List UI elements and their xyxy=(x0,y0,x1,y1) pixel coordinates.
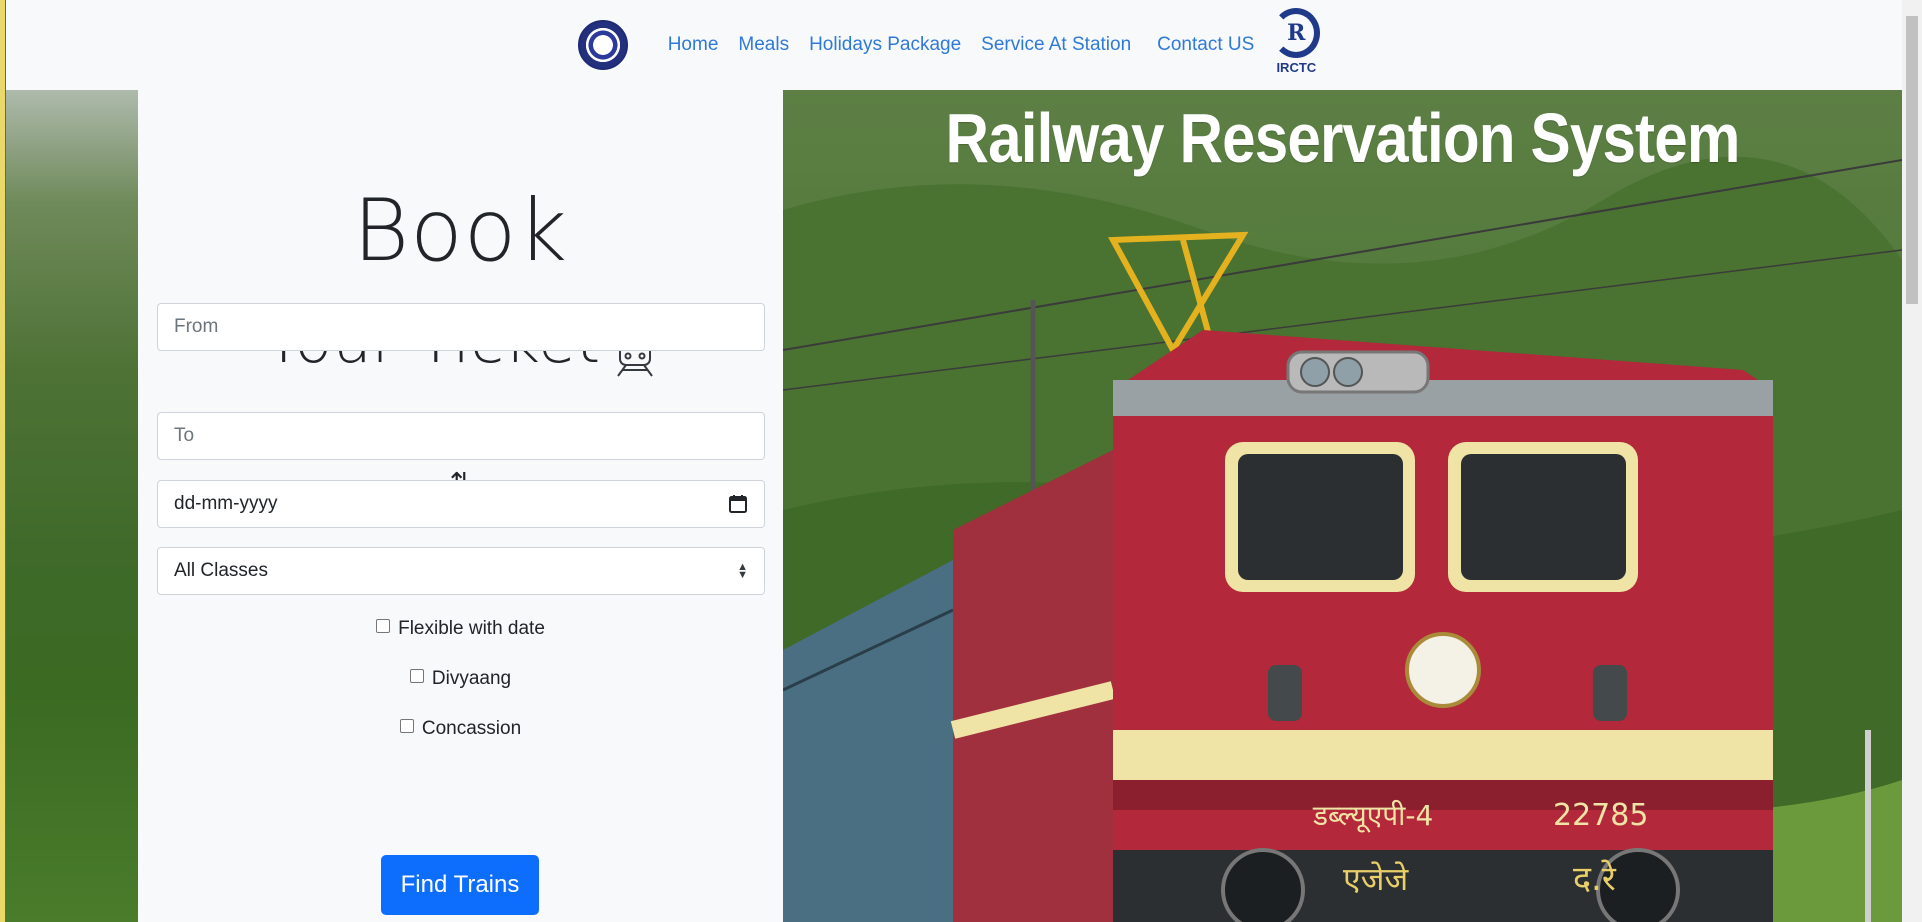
booking-title: Book xyxy=(352,181,569,281)
nav-link-home[interactable]: Home xyxy=(658,34,729,56)
navbar: Home Meals Holidays Package Service At S… xyxy=(6,0,1902,90)
nav-link-meals[interactable]: Meals xyxy=(728,34,799,56)
loco-number-text: 22785 xyxy=(1553,798,1648,833)
nav-inner: Home Meals Holidays Package Service At S… xyxy=(577,8,1323,82)
concession-label: Concassion xyxy=(421,718,522,739)
scrollbar-thumb[interactable] xyxy=(1906,16,1918,304)
select-chevron-icon: ▲ ▼ xyxy=(737,561,748,581)
class-select-value: All Classes xyxy=(174,560,268,581)
from-input[interactable] xyxy=(174,316,748,338)
irctc-logo[interactable]: R IRCTC xyxy=(1270,8,1322,82)
loco-region-text: द.रे xyxy=(1573,859,1617,899)
nav-link-contact-us[interactable]: Contact US xyxy=(1147,34,1264,56)
concession-checkbox[interactable] xyxy=(399,719,414,733)
hero-title: Railway Reservation System xyxy=(945,99,1740,177)
divyaang-label: Divyaang xyxy=(431,668,512,689)
to-input[interactable] xyxy=(174,425,748,447)
find-trains-button[interactable]: Find Trains xyxy=(381,855,539,915)
date-input[interactable]: dd-mm-yyyy xyxy=(174,493,277,515)
from-field[interactable] xyxy=(157,303,765,351)
indian-railways-logo[interactable] xyxy=(577,20,628,70)
window-edge xyxy=(0,0,6,922)
checkbox-row-concession[interactable]: Concassion xyxy=(138,718,783,740)
date-field[interactable]: dd-mm-yyyy xyxy=(157,480,765,528)
loco-class-text: डब्ल्यूएपी-4 xyxy=(1312,799,1433,833)
flexible-date-label: Flexible with date xyxy=(398,618,545,639)
checkbox-row-flexible[interactable]: Flexible with date xyxy=(138,618,783,640)
booking-panel: Book Your Ticket ⇅ dd-mm-yyyy xyxy=(138,90,783,922)
flexible-date-checkbox[interactable] xyxy=(376,619,391,633)
locomotive-illustration: डब्ल्यूएपी-4 22785 एजेजे द.रे xyxy=(783,156,1902,922)
divyaang-checkbox[interactable] xyxy=(409,669,424,683)
class-select[interactable]: All Classes ▲ ▼ xyxy=(157,547,765,595)
nav-link-holidays-package[interactable]: Holidays Package xyxy=(799,34,971,56)
checkbox-row-divyaang[interactable]: Divyaang xyxy=(138,668,783,690)
calendar-icon[interactable] xyxy=(728,494,748,514)
hero-image: डब्ल्यूएपी-4 22785 एजेजे द.रे Railway Re… xyxy=(783,90,1902,922)
loco-shed-text: एजेजे xyxy=(1343,860,1409,898)
irctc-logo-text: IRCTC xyxy=(1276,60,1317,75)
nav-link-service-at-station[interactable]: Service At Station xyxy=(971,34,1141,56)
irctc-logo-mark: R xyxy=(1272,8,1321,58)
page-scrollbar[interactable] xyxy=(1902,0,1922,922)
to-field[interactable] xyxy=(157,412,765,460)
